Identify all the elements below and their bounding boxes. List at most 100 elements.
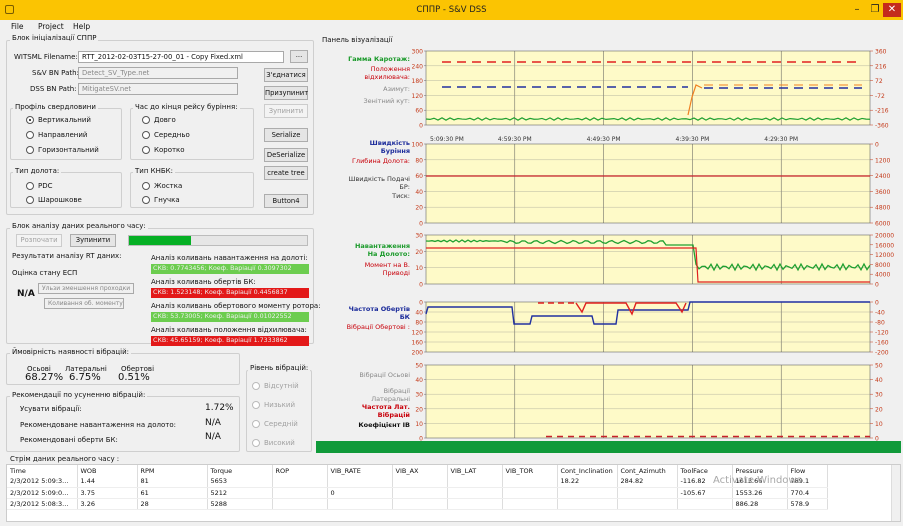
y-tick-right: 20000 [875, 233, 894, 240]
scrollbar-vertical[interactable] [891, 465, 900, 521]
column-header-time[interactable]: Time [7, 465, 78, 476]
rec-wob-label: Рекомендоване навантаження на долото: [20, 421, 176, 429]
browse-button[interactable]: ... [290, 50, 308, 63]
witsml-filename-input[interactable]: RTT_2012-02-03T15-27-00_01 - Copy Fixed.… [78, 51, 284, 63]
rt-stop-button[interactable]: Зупинити [70, 234, 116, 247]
rt-progress-fill [129, 236, 192, 245]
connect-button[interactable]: З'єднатися [264, 68, 308, 82]
column-header-vib-tor[interactable]: VIB_TOR [502, 465, 558, 476]
y-tick-left: 0 [419, 300, 423, 307]
p2-label-depth: Глибина Долота: [351, 157, 410, 165]
table-cell [677, 498, 733, 510]
button4[interactable]: Button4 [264, 194, 308, 208]
deserialize-button[interactable]: DeSerialize [264, 148, 308, 162]
table-cell: 2/3/2012 5:08:3... [7, 498, 78, 510]
column-header-rop[interactable]: ROP [272, 465, 328, 476]
y-tick-right: 360 [875, 49, 887, 56]
analysis-rpm-label: Аналіз коливань обертів БК: [151, 278, 256, 286]
y-tick-right: -360 [875, 123, 889, 130]
analysis-toolface-result: СКВ: 45.65159; Коеф. Варіації 1.7333862 [151, 336, 309, 346]
pause-button[interactable]: Призупинит [264, 86, 308, 100]
serialize-button[interactable]: Serialize [264, 128, 308, 142]
stop-init-button[interactable]: Зупинити [264, 104, 308, 118]
column-header-rpm[interactable]: RPM [137, 465, 208, 476]
y-tick-left: 240 [412, 63, 423, 70]
radio-dot [142, 146, 150, 154]
column-header-cont-inclination[interactable]: Cont_Inclination [557, 465, 618, 476]
vib-prob-title: Ймовірність наявності вібрацій: [10, 348, 132, 356]
column-header-cont-azimuth[interactable]: Cont_Azimuth [617, 465, 678, 476]
witsml-label: WITSML Filename: [14, 53, 78, 61]
time-tick: 4:49:30 PM [587, 136, 621, 143]
column-header-torque[interactable]: Torque [207, 465, 273, 476]
profile-radio-horizontal[interactable]: Горизонтальний [26, 146, 99, 154]
rec-rpm-label: Рекомендовані оберти БК: [20, 436, 118, 444]
level-radio-low[interactable]: Низький [252, 401, 295, 409]
analysis-torque-label: Аналіз коливань обертового моменту ротор… [151, 302, 321, 310]
column-header-wob[interactable]: WOB [77, 465, 138, 476]
bit-radio-pdc[interactable]: PDC [26, 182, 53, 190]
bha-radio-flexible[interactable]: Гнучка [142, 196, 180, 204]
menu-file[interactable]: File [11, 22, 24, 31]
stream-title: Стрім даних реального часу : [10, 455, 120, 463]
y-tick-left: 80 [415, 157, 423, 164]
vib-level-title: Рівень вібрацій: [248, 364, 311, 372]
radio-label: Довго [154, 116, 176, 124]
table-row[interactable]: 2/3/2012 5:08:3... 3.26 28 5288 886.28 578.9 [7, 498, 828, 510]
radio-dot [252, 382, 260, 390]
bit-radio-roller[interactable]: Шарошкове [26, 196, 82, 204]
time-radio-long[interactable]: Довго [142, 116, 176, 124]
y-tick-right: -160 [875, 340, 889, 347]
radio-dot [26, 116, 34, 124]
table-cell [617, 487, 678, 499]
level-radio-none[interactable]: Відсутній [252, 382, 299, 390]
y-tick-right: 40 [875, 377, 883, 384]
y-tick-left: 300 [412, 49, 423, 56]
table-cell: 284.82 [617, 476, 678, 488]
column-header-vib-rate[interactable]: VIB_RATE [327, 465, 393, 476]
table-cell [447, 476, 503, 488]
time-radio-short[interactable]: Коротко [142, 146, 185, 154]
close-button[interactable]: ✕ [883, 3, 901, 17]
p5-label-lateral: Вібрації Латеральні [371, 387, 410, 403]
profile-radio-directional[interactable]: Направлений [26, 131, 87, 139]
table-cell: 886.28 [732, 498, 788, 510]
table-cell [272, 498, 328, 510]
dss-bn-input[interactable]: MitigateSV.net [78, 83, 238, 95]
create-tree-button[interactable]: create tree [264, 166, 308, 180]
y-tick-left: 100 [412, 142, 423, 149]
column-header-vib-ax[interactable]: VIB_AX [392, 465, 448, 476]
rt-start-button[interactable]: Розпочати [16, 234, 62, 247]
level-radio-medium[interactable]: Середній [252, 420, 298, 428]
y-tick-left: 160 [412, 340, 423, 347]
y-tick-right: 2400 [875, 173, 890, 180]
bit-type-title: Тип долота: [13, 167, 62, 175]
table-cell: 5288 [207, 498, 273, 510]
time-radio-medium[interactable]: Середньо [142, 131, 190, 139]
bha-radio-rigid[interactable]: Жостка [142, 182, 182, 190]
table-cell: 1.44 [77, 476, 138, 488]
y-tick-left: 200 [412, 350, 423, 357]
table-row[interactable]: 2/3/2012 5:09:0... 3.75 61 5212 0 -105.67 1553… [7, 487, 828, 499]
radio-label: Середній [264, 420, 298, 428]
profile-radio-vertical[interactable]: Вертикальний [26, 116, 91, 124]
table-row[interactable]: 2/3/2012 5:09:3... 1.44 81 5653 18.22 284.82-… [7, 476, 828, 488]
y-tick-left: 0 [419, 221, 423, 228]
table-cell [272, 476, 328, 488]
table-cell: -105.67 [677, 487, 733, 499]
y-tick-left: 40 [415, 310, 423, 317]
level-radio-high[interactable]: Високий [252, 439, 295, 447]
y-tick-left: 10 [415, 265, 423, 272]
p1-label-toolface: Положення відхилювача: [364, 65, 410, 81]
column-header-vib-lat[interactable]: VIB_LAT [447, 465, 503, 476]
window-title: СППР - S&V DSS [416, 5, 487, 15]
stream-table-container: Time WOB RPM Torque ROP VIB_RATE VIB_AX VIB_LAT… [6, 464, 901, 522]
menu-help[interactable]: Help [73, 22, 90, 31]
y-tick-left: 30 [415, 392, 423, 399]
p1-label-gamma: Гамма Каротаж: [348, 55, 410, 63]
menu-project[interactable]: Project [38, 22, 64, 31]
sv-bn-input[interactable]: Detect_SV_Type.net [78, 67, 238, 79]
y-tick-right: 4000 [875, 272, 890, 279]
radio-dot [142, 116, 150, 124]
radio-dot [26, 131, 34, 139]
